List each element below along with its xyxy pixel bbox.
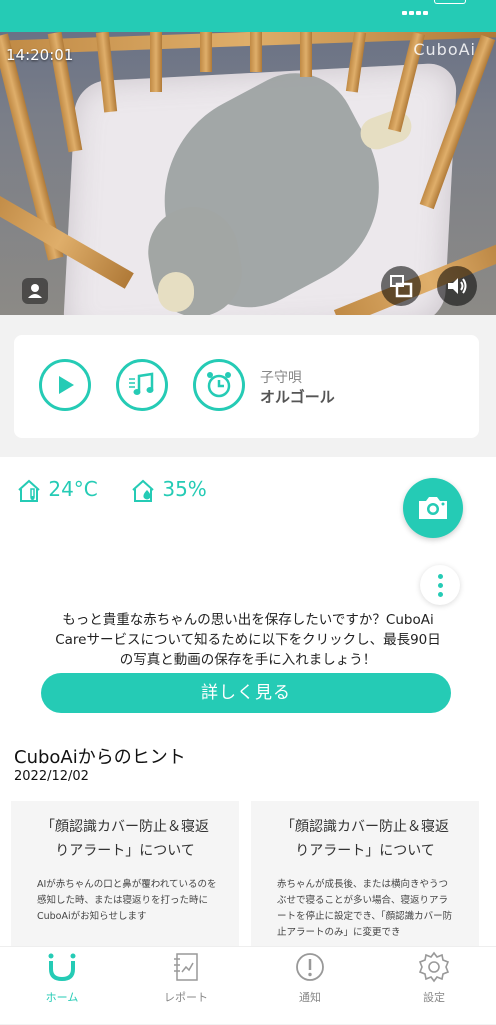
temperature-value: 24°C xyxy=(48,477,98,501)
lullaby-label: 子守唄 xyxy=(260,370,302,386)
humidity-value: 35% xyxy=(162,477,207,501)
more-vertical-icon xyxy=(438,574,443,579)
speaker-icon xyxy=(448,278,467,294)
tip-card-body: AIが赤ちゃんの口と鼻が覆われているのを感知した時、または寝返りを打った時にCu… xyxy=(37,879,217,922)
gear-icon xyxy=(418,951,450,983)
switch-view-button[interactable] xyxy=(381,266,421,306)
tab-notifications[interactable]: 通知 xyxy=(248,947,372,1025)
report-icon xyxy=(174,953,198,981)
camera-timestamp: 14:20:01 xyxy=(6,46,74,64)
brand-watermark: CuboAi xyxy=(413,40,476,59)
volume-button[interactable] xyxy=(437,266,477,306)
home-thermometer-icon xyxy=(18,479,40,502)
timer-button[interactable] xyxy=(193,359,245,411)
battery-icon xyxy=(434,0,466,4)
tab-label: 通知 xyxy=(299,991,321,1004)
more-options-button[interactable] xyxy=(420,565,460,605)
viewer-button[interactable] xyxy=(22,278,48,304)
humidity-readout: 35% xyxy=(130,477,207,507)
camera-icon xyxy=(419,497,447,519)
home-icon xyxy=(48,953,76,982)
alert-icon xyxy=(296,953,324,981)
tab-label: レポート xyxy=(164,991,208,1004)
temperature-readout: 24°C xyxy=(16,477,98,507)
play-icon xyxy=(59,376,74,394)
play-button[interactable] xyxy=(39,359,91,411)
music-button[interactable] xyxy=(116,359,168,411)
learn-more-button[interactable]: 詳しく見る xyxy=(41,673,451,713)
tab-label: ホーム xyxy=(45,991,79,1004)
switch-view-icon xyxy=(390,275,413,298)
tips-date: 2022/12/02 xyxy=(14,769,89,784)
music-note-icon xyxy=(129,372,154,395)
snapshot-button[interactable] xyxy=(403,478,463,538)
bottom-tab-bar: ホーム レポート 通知 設定 xyxy=(0,946,496,1024)
tab-home[interactable]: ホーム xyxy=(0,947,124,1025)
tab-settings[interactable]: 設定 xyxy=(372,947,496,1025)
tips-heading: CuboAiからのヒント xyxy=(14,747,186,768)
tip-card-body: 赤ちゃんが成長後、または横向きやうつぶせで寝ることが多い場合、寝返りアラートを停… xyxy=(277,879,453,938)
lullaby-name: オルゴール xyxy=(260,388,335,406)
tab-label: 設定 xyxy=(423,991,445,1004)
lullaby-player: 子守唄 オルゴール xyxy=(14,335,479,438)
alarm-clock-icon xyxy=(207,372,231,398)
tab-report[interactable]: レポート xyxy=(124,947,248,1025)
tip-card[interactable]: 「顔認識カバー防止＆寝返 りアラート」について 赤ちゃんが成長後、または横向きや… xyxy=(251,801,479,946)
main-content: 24°C 35% もっと貴重な赤ちゃんの思い出を保存したいですか？CuboAi … xyxy=(0,457,496,946)
care-promo-text: もっと貴重な赤ちゃんの思い出を保存したいですか？CuboAi Careサービスに… xyxy=(55,612,441,668)
person-icon xyxy=(28,284,42,298)
status-bar xyxy=(0,0,496,32)
home-humidity-icon xyxy=(132,479,154,502)
tip-card[interactable]: 「顔認識カバー防止＆寝返 りアラート」について AIが赤ちゃんの口と鼻が覆われて… xyxy=(11,801,239,946)
camera-live-view[interactable]: 14:20:01 CuboAi xyxy=(0,32,496,315)
